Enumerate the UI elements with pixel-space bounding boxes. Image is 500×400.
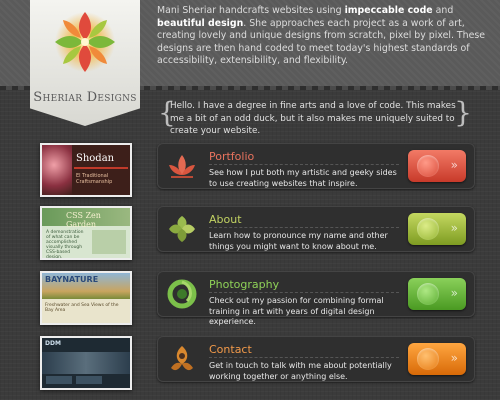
thumb-subtitle: El Traditional Craftsmanship — [76, 173, 113, 185]
chevron-right-icon: » — [450, 351, 458, 365]
intro-emphasis-design: beautiful design — [157, 17, 244, 29]
contact-button[interactable]: » — [408, 343, 466, 375]
close-brace: } — [454, 96, 472, 129]
leaf-cluster-icon — [169, 216, 195, 242]
portfolio-thumbnail-baynature[interactable]: BAYNATURE Freshwater and Sea Views of th… — [40, 271, 132, 325]
logo-badge[interactable]: Sheriar Designs — [30, 0, 140, 126]
quote-text: Hello. I have a degree in fine arts and … — [170, 101, 456, 136]
portfolio-thumbnail-zengarden[interactable]: CSS Zen Garden A demonstration of what c… — [40, 206, 132, 260]
lotus-icon — [169, 155, 195, 178]
thumb-title: Shodan — [76, 153, 115, 164]
ornament-icon — [171, 346, 193, 371]
photography-button[interactable]: » — [408, 278, 466, 310]
card-portfolio[interactable]: Portfolio See how I put both my artistic… — [157, 143, 475, 189]
card-description: Check out my passion for combining forma… — [209, 296, 384, 326]
chevron-right-icon: » — [450, 221, 458, 235]
portfolio-thumbnail-shodan[interactable]: Shodan El Traditional Craftsmanship — [40, 143, 132, 197]
button-knob — [417, 348, 439, 370]
card-contact[interactable]: Contact Get in touch to talk with me abo… — [157, 336, 475, 382]
button-knob — [417, 155, 439, 177]
intro-text: Mani Sheriar handcrafts websites using i… — [157, 5, 486, 66]
card-title: Contact — [209, 343, 252, 356]
card-title: Portfolio — [209, 150, 255, 163]
intro-emphasis-code: impeccable code — [344, 5, 433, 16]
card-divider — [209, 357, 399, 358]
flower-logo-icon — [55, 12, 115, 72]
thumb-subtitle: A demonstration of what can be accomplis… — [46, 230, 84, 260]
thumb-title: CSS Zen Garden — [66, 211, 101, 229]
card-description: Learn how to pronounce my name and other… — [209, 231, 388, 251]
card-divider — [209, 292, 399, 293]
card-about[interactable]: About Learn how to pronounce my name and… — [157, 206, 475, 252]
thumb-subtitle: Freshwater and Sea Views of the Bay Area — [45, 303, 119, 313]
thumb-title: DDM — [45, 340, 61, 347]
chevron-right-icon: » — [450, 286, 458, 300]
welcome-quote: { Hello. I have a degree in fine arts an… — [158, 96, 472, 137]
button-knob — [417, 218, 439, 240]
chevron-right-icon: » — [450, 158, 458, 172]
portfolio-button[interactable]: » — [408, 150, 466, 182]
thumb-title: BAYNATURE — [45, 275, 99, 284]
card-description: See how I put both my artistic and geeky… — [209, 168, 397, 188]
card-description: Get in touch to talk with me about poten… — [209, 361, 392, 381]
logo-text: Sheriar Designs — [33, 90, 137, 105]
card-photography[interactable]: Photography Check out my passion for com… — [157, 271, 475, 326]
card-divider — [209, 227, 399, 228]
card-title: About — [209, 213, 242, 226]
swirl-icon — [167, 279, 197, 309]
portfolio-thumbnail-ddm[interactable]: DDM — [40, 336, 132, 390]
about-button[interactable]: » — [408, 213, 466, 245]
card-title: Photography — [209, 278, 280, 291]
card-divider — [209, 164, 399, 165]
button-knob — [417, 283, 439, 305]
